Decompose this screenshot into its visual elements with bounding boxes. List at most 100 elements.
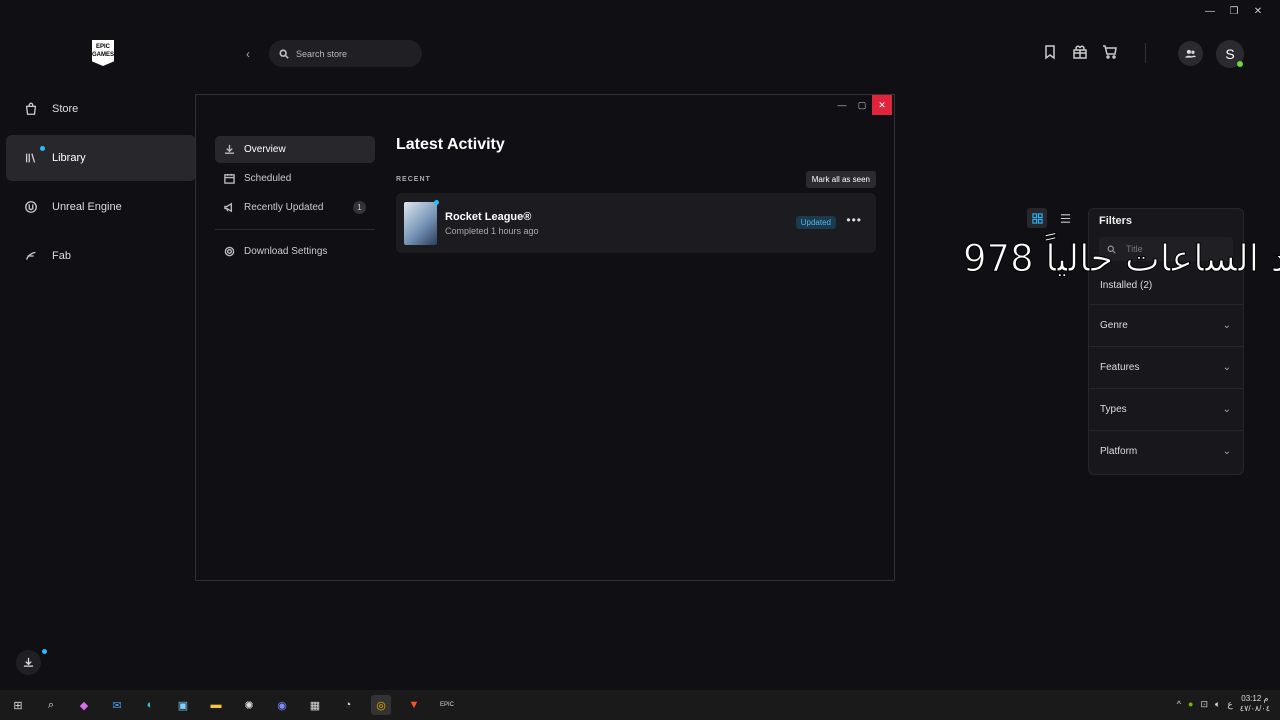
modal-close-button[interactable]: ✕: [872, 95, 892, 115]
app-icon[interactable]: ✺: [239, 695, 259, 715]
download-icon: [224, 144, 235, 154]
activity-item[interactable]: Rocket League® Completed 1 hours ago Upd…: [396, 193, 876, 253]
epic-launcher-window: — ❐ ✕ EPIC GAMES Store Library Unreal En…: [0, 0, 1280, 690]
sidebar-item-label: Library: [52, 152, 86, 164]
nvidia-icon[interactable]: ●: [1188, 699, 1193, 709]
brave-icon[interactable]: ▼: [404, 695, 424, 715]
epic-games-logo[interactable]: EPIC GAMES: [92, 40, 114, 66]
edge-browser-icon[interactable]: ◐: [140, 695, 160, 715]
notification-dot: [42, 649, 47, 654]
section-label: RECENT: [396, 176, 431, 183]
file-explorer-icon[interactable]: ▬: [206, 695, 226, 715]
mail-icon[interactable]: ✉: [107, 695, 127, 715]
filter-label: Features: [1100, 362, 1140, 373]
search-icon: [279, 48, 289, 59]
more-options-icon[interactable]: •••: [846, 213, 862, 227]
language-indicator[interactable]: ع: [1227, 699, 1232, 710]
sidebar-item-fab[interactable]: Fab: [6, 233, 196, 279]
filter-label: Installed (2): [1100, 279, 1153, 291]
downloads-button[interactable]: [16, 649, 47, 675]
filter-genre[interactable]: Genre ⌄: [1089, 304, 1243, 346]
clock-app-icon[interactable]: ◔: [338, 695, 358, 715]
chevron-down-icon: ⌄: [1222, 362, 1231, 373]
download-icon: [23, 657, 34, 667]
header-divider: [1145, 43, 1146, 63]
sidebar-item-label: Unreal Engine: [52, 201, 122, 213]
notification-dot: [40, 146, 45, 151]
new-indicator-dot: [434, 199, 439, 205]
chrome-icon[interactable]: ◎: [371, 695, 391, 715]
search-icon[interactable]: ⌕: [41, 695, 61, 715]
filter-label: Platform: [1100, 446, 1138, 457]
tab-label: Download Settings: [244, 246, 328, 257]
overlay-caption: عدد الساعات حالياً 978: [963, 237, 1280, 281]
list-view-icon[interactable]: [1055, 208, 1075, 228]
chevron-down-icon: ⌄: [1222, 320, 1231, 331]
fab-icon: [24, 249, 38, 263]
tab-scheduled[interactable]: Scheduled: [215, 165, 375, 192]
filter-label: Types: [1100, 404, 1127, 415]
downloads-nav: Overview Scheduled Recently Updated 1 Do…: [215, 136, 375, 267]
avatar-letter: S: [1225, 46, 1235, 62]
wishlist-bookmark-icon[interactable]: [1042, 44, 1058, 65]
game-name: Rocket League®: [445, 210, 532, 223]
chevron-down-icon: ⌄: [1222, 446, 1231, 457]
unreal-icon: [24, 200, 38, 214]
calendar-icon: [224, 173, 235, 184]
windows-start-icon[interactable]: ⊞: [8, 695, 28, 715]
mark-all-seen-button[interactable]: Mark all as seen: [805, 171, 876, 188]
maximize-button[interactable]: ❐: [1222, 4, 1246, 18]
sidebar-item-label: Store: [52, 103, 79, 115]
filter-types[interactable]: Types ⌄: [1089, 388, 1243, 430]
sidebar-item-library[interactable]: Library: [6, 135, 196, 181]
clock[interactable]: 03:12 م ٤٧/٠٨/٠٤: [1240, 694, 1270, 714]
online-status-dot: [1237, 61, 1243, 67]
minimize-button[interactable]: —: [1198, 4, 1222, 18]
downloads-modal: — ▢ ✕ Overview Scheduled Recently Update…: [195, 94, 895, 581]
nav-divider: [215, 229, 375, 230]
tab-download-settings[interactable]: Download Settings: [215, 238, 375, 265]
page-title: Latest Activity: [396, 136, 505, 153]
tab-label: Scheduled: [244, 173, 292, 184]
modal-window-controls: — ▢ ✕: [832, 95, 892, 115]
tab-label: Overview: [244, 144, 286, 155]
friends-icon[interactable]: [1178, 41, 1203, 66]
tab-recently-updated[interactable]: Recently Updated 1: [215, 194, 375, 221]
chevron-up-icon[interactable]: ^: [1177, 699, 1181, 709]
tab-overview[interactable]: Overview: [215, 136, 375, 163]
filter-label: Genre: [1100, 320, 1128, 331]
windows-taskbar: ⊞ ⌕ ◆ ✉ ◐ ▣ ▬ ✺ ◉ ▦ ◔ ◎ ▼ EPIC ^ ● ⊡ 🔈︎ …: [0, 690, 1280, 720]
game-status: Completed 1 hours ago: [445, 225, 539, 236]
grid-view-icon[interactable]: [1027, 208, 1047, 228]
status-badge: Updated: [795, 216, 836, 229]
epic-games-taskbar-icon[interactable]: EPIC: [437, 695, 457, 715]
search-input[interactable]: Search store: [269, 40, 422, 67]
clock-time: 03:12 م: [1241, 694, 1269, 703]
taskbar-apps: ⊞ ⌕ ◆ ✉ ◐ ▣ ▬ ✺ ◉ ▦ ◔ ◎ ▼ EPIC: [0, 695, 457, 715]
sidebar-nav: Store Library Unreal Engine Fab: [6, 86, 196, 282]
discord-icon[interactable]: ◉: [272, 695, 292, 715]
sidebar-item-store[interactable]: Store: [6, 86, 196, 132]
tab-label: Recently Updated: [244, 202, 324, 213]
copilot-icon[interactable]: ◆: [74, 695, 94, 715]
modal-minimize-button[interactable]: —: [832, 95, 852, 115]
filter-platform[interactable]: Platform ⌄: [1089, 430, 1243, 472]
sidebar-item-label: Fab: [52, 250, 71, 262]
megaphone-icon: [224, 202, 233, 213]
volume-icon[interactable]: 🔈︎: [1215, 699, 1220, 710]
chevron-down-icon: ⌄: [1222, 404, 1231, 415]
game-info: Rocket League® Completed 1 hours ago: [445, 211, 539, 236]
back-button[interactable]: ‹: [246, 47, 250, 61]
store-bag-icon: [24, 102, 38, 116]
gift-icon[interactable]: [1072, 44, 1088, 65]
window-controls: — ❐ ✕: [1198, 4, 1270, 18]
xbox-icon[interactable]: ▦: [305, 695, 325, 715]
cart-icon[interactable]: [1102, 44, 1118, 65]
filter-features[interactable]: Features ⌄: [1089, 346, 1243, 388]
close-button[interactable]: ✕: [1246, 4, 1270, 18]
store-icon[interactable]: ▣: [173, 695, 193, 715]
avatar[interactable]: S: [1216, 40, 1244, 68]
modal-maximize-button[interactable]: ▢: [852, 95, 872, 115]
network-icon[interactable]: ⊡: [1200, 699, 1208, 710]
sidebar-item-unreal-engine[interactable]: Unreal Engine: [6, 184, 196, 230]
